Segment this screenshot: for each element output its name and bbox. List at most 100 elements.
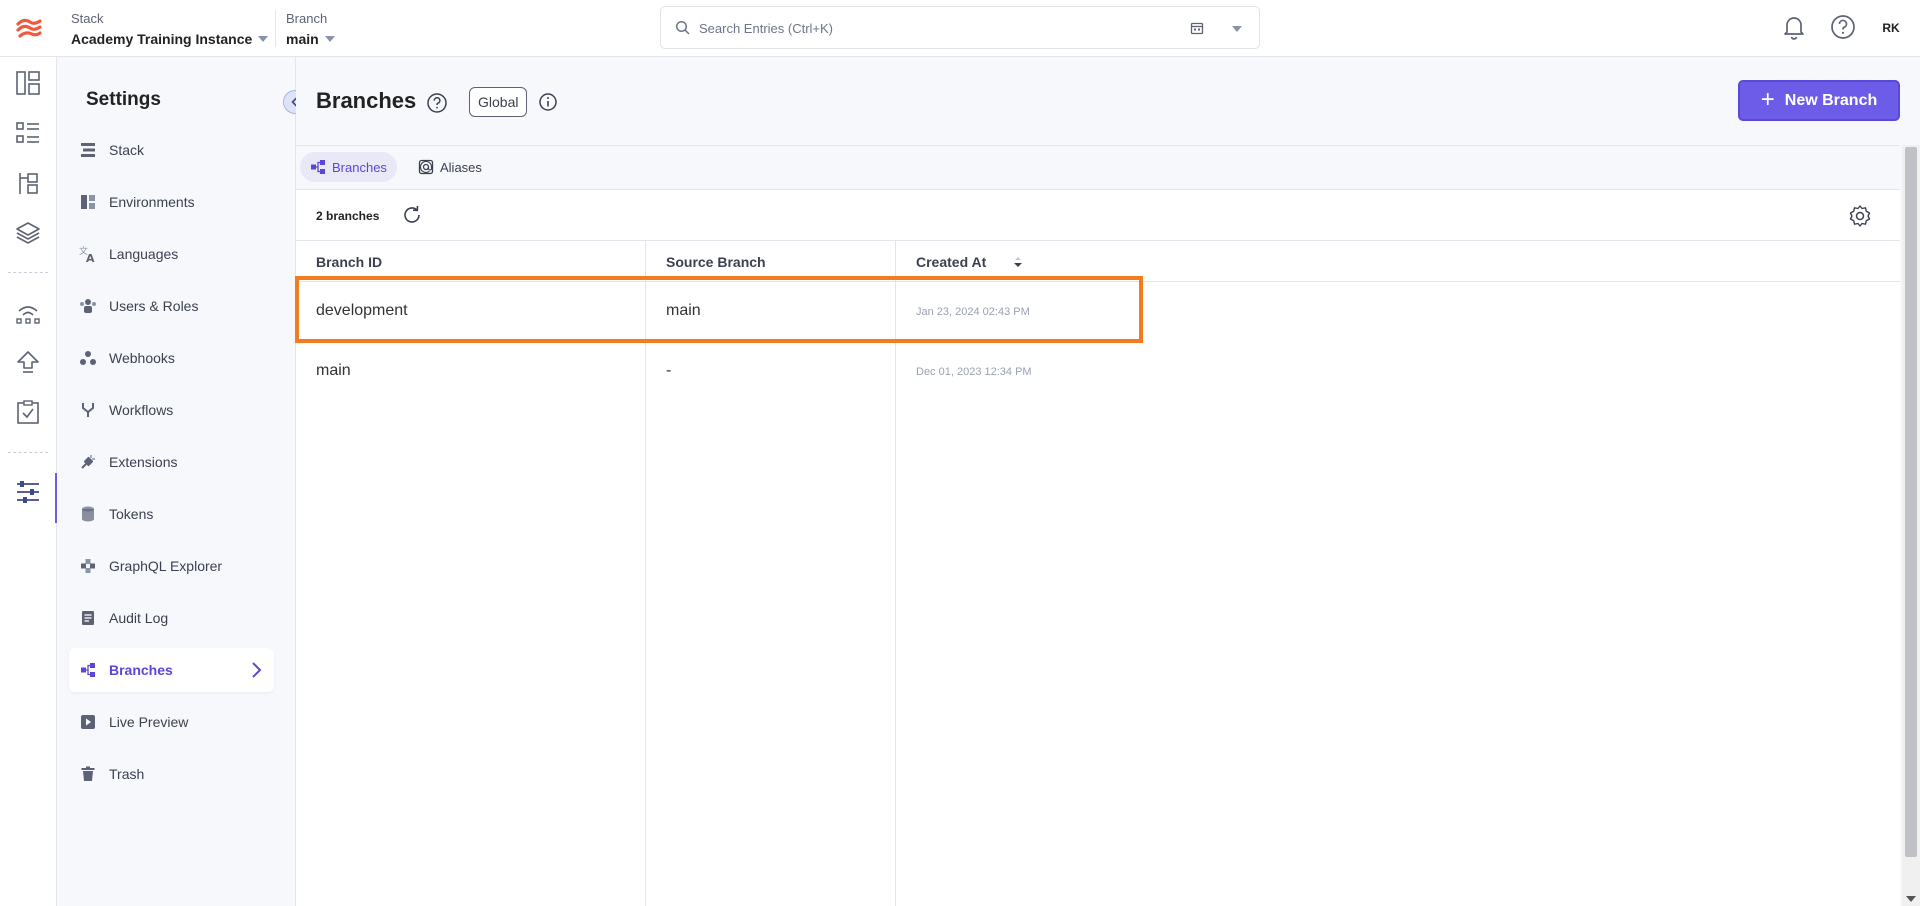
stack-label: Stack [71, 11, 104, 26]
settings-sliders-icon[interactable] [15, 479, 41, 505]
settings-item-extensions[interactable]: Extensions [69, 440, 274, 484]
tabs-bar: Branches Aliases [296, 146, 1900, 190]
settings-item-webhooks[interactable]: Webhooks [69, 336, 274, 380]
avatar[interactable]: RK [1876, 13, 1906, 43]
scope-badge: Global [469, 87, 528, 117]
row-highlight-box [295, 276, 1143, 343]
created-at-cell: Dec 01, 2023 12:34 PM [916, 366, 1032, 378]
settings-item-label: Branches [109, 662, 173, 678]
gear-icon[interactable] [1848, 204, 1872, 228]
column-header-created-at[interactable]: Created At [916, 254, 986, 270]
branch-name: main [286, 31, 319, 47]
column-header-branch-id[interactable]: Branch ID [316, 254, 382, 270]
branches-icon [79, 661, 97, 679]
live-preview-icon [79, 713, 97, 731]
settings-item-workflows[interactable]: Workflows [69, 388, 274, 432]
table-row[interactable]: main - Dec 01, 2023 12:34 PM [296, 342, 1900, 402]
settings-item-label: Environments [109, 194, 195, 210]
source-branch-cell: - [666, 362, 672, 379]
assets-icon[interactable] [15, 220, 41, 246]
settings-item-environments[interactable]: Environments [69, 180, 274, 224]
contentstack-logo[interactable] [14, 14, 44, 42]
vertical-scrollbar[interactable] [1902, 145, 1920, 906]
help-icon[interactable] [426, 92, 448, 114]
settings-panel: Settings Stack Environments 文A Languages… [57, 57, 296, 906]
settings-item-label: Webhooks [109, 350, 175, 366]
stack-selector[interactable]: Stack Academy Training Instance [71, 11, 269, 47]
svg-text:A: A [86, 252, 95, 263]
search-placeholder: Search Entries (Ctrl+K) [699, 21, 834, 36]
tab-label: Aliases [440, 159, 482, 175]
stack-icon [79, 141, 97, 159]
audit-log-icon [79, 609, 97, 627]
branch-selector[interactable]: Branch main [286, 11, 335, 47]
bell-icon[interactable] [1781, 13, 1807, 41]
search-icon [675, 20, 690, 35]
content-models-icon[interactable] [15, 170, 41, 196]
branch-label: Branch [286, 11, 328, 26]
chevron-right-icon [252, 662, 262, 678]
table-toolbar: 2 branches [296, 191, 1900, 241]
chevron-down-icon[interactable] [1232, 26, 1242, 32]
top-bar: Stack Academy Training Instance Branch m… [0, 0, 1920, 57]
tab-branches[interactable]: Branches [300, 152, 397, 182]
settings-item-label: Audit Log [109, 610, 169, 626]
new-branch-label: New Branch [1784, 91, 1878, 109]
refresh-icon[interactable] [401, 204, 423, 226]
extensions-icon [79, 453, 97, 471]
stack-name: Academy Training Instance [71, 31, 253, 47]
settings-item-trash[interactable]: Trash [69, 752, 274, 796]
environments-icon [79, 193, 97, 211]
settings-item-audit-log[interactable]: Audit Log [69, 596, 274, 640]
settings-item-users-roles[interactable]: Users & Roles [69, 284, 274, 328]
chevron-down-icon [324, 36, 335, 42]
help-icon[interactable] [1829, 13, 1857, 41]
settings-item-graphql-explorer[interactable]: GraphQL Explorer [69, 544, 274, 588]
settings-item-stack[interactable]: Stack [69, 128, 274, 172]
calendar-icon[interactable] [1190, 21, 1204, 35]
tokens-icon [79, 505, 97, 523]
plus-icon: + [1760, 85, 1775, 113]
users-icon [79, 297, 97, 315]
settings-title: Settings [86, 89, 161, 110]
webhooks-icon [79, 349, 97, 367]
page-header: Branches Global + New Branch [296, 57, 1920, 145]
alias-icon [418, 159, 434, 175]
divider [8, 452, 48, 453]
branches-panel: Branches Aliases 2 branches Branch ID So… [296, 145, 1900, 906]
publish-icon[interactable] [15, 349, 41, 375]
settings-item-label: Live Preview [109, 714, 189, 730]
languages-icon: 文A [79, 245, 97, 263]
graphql-icon [79, 557, 97, 575]
settings-item-live-preview[interactable]: Live Preview [69, 700, 274, 744]
new-branch-button[interactable]: + New Branch [1738, 80, 1900, 121]
settings-item-tokens[interactable]: Tokens [69, 492, 274, 536]
settings-item-languages[interactable]: 文A Languages [69, 232, 274, 276]
settings-item-label: GraphQL Explorer [109, 558, 223, 574]
entries-icon[interactable] [15, 120, 41, 146]
settings-item-label: Stack [109, 142, 145, 158]
settings-item-label: Users & Roles [109, 298, 199, 314]
tasks-icon[interactable] [15, 399, 41, 425]
webhooks-rail-icon[interactable] [15, 299, 41, 325]
divider [275, 10, 276, 47]
trash-icon [79, 765, 97, 783]
search-input[interactable]: Search Entries (Ctrl+K) [660, 6, 1260, 49]
info-icon[interactable] [538, 92, 558, 112]
scrollbar-thumb[interactable] [1905, 147, 1917, 857]
sort-icon[interactable] [1012, 255, 1024, 269]
dashboard-icon[interactable] [15, 70, 41, 96]
app-rail [0, 57, 57, 906]
branches-icon [310, 159, 326, 175]
settings-item-label: Tokens [109, 506, 154, 522]
column-header-source-branch[interactable]: Source Branch [666, 254, 766, 270]
scroll-down-arrow[interactable] [1906, 896, 1916, 902]
tab-aliases[interactable]: Aliases [408, 152, 492, 182]
main-content: Branches Global + New Branch Branches Al… [296, 57, 1920, 906]
divider [8, 272, 48, 273]
settings-item-branches[interactable]: Branches [69, 648, 274, 692]
settings-item-label: Languages [109, 246, 179, 262]
branch-id-cell: main [316, 362, 351, 379]
branch-count: 2 branches [316, 209, 380, 223]
settings-item-label: Workflows [109, 402, 174, 418]
